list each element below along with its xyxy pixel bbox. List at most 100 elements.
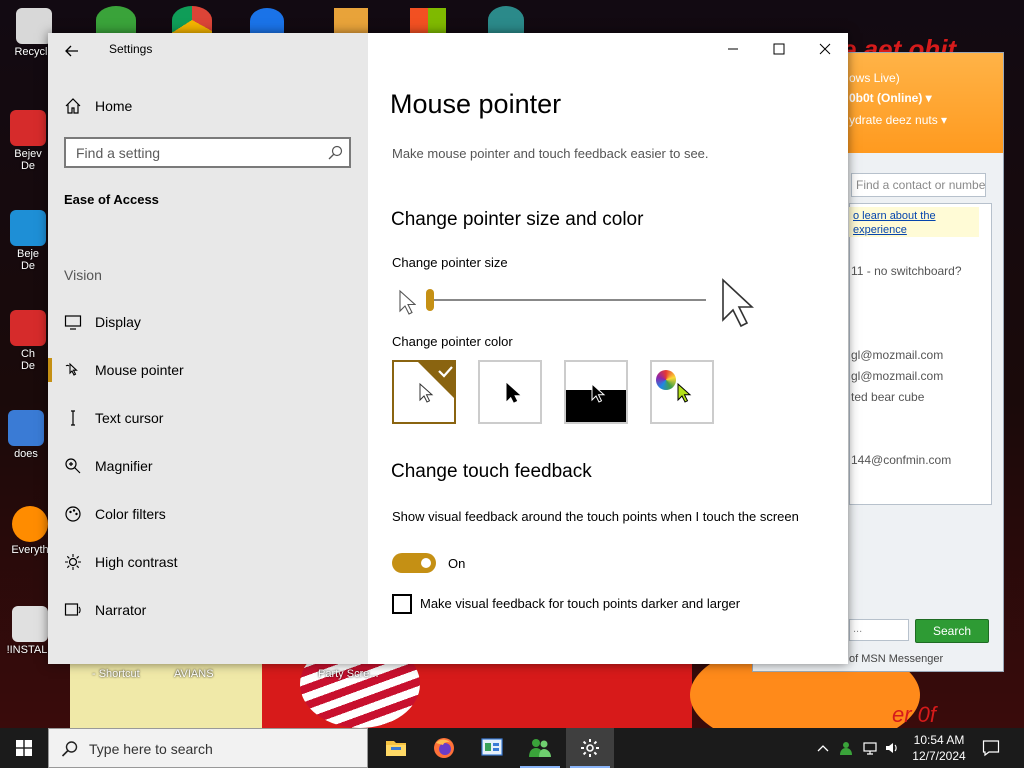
msn-contact-item[interactable]: 144@confmin.com [851,453,951,467]
sidebar-item-high-contrast[interactable]: High contrast [48,544,368,580]
pointer-color-label: Change pointer color [392,334,513,349]
msn-search-button[interactable]: Search [915,619,989,643]
msn-messenger-icon [529,739,551,757]
windows-store-desktop-icon[interactable] [410,8,446,34]
sidebar-item-home[interactable]: Home [48,89,368,123]
taskbar-msn-messenger[interactable] [516,728,564,768]
pointer-color-white[interactable] [392,360,456,424]
msn-contact-item[interactable]: 11 - no switchboard? [851,264,962,278]
sidebar-item-display[interactable]: Display [48,304,368,340]
desktop-icon-bejeweled-2[interactable]: Beje De [4,210,52,272]
chrome-desktop-icon[interactable] [172,6,212,34]
document-icon [12,606,48,642]
taskbar-search-box[interactable]: Type here to search [48,728,368,768]
taskbar-settings[interactable] [566,728,614,768]
desktop-icon-label: !INSTALL [6,644,54,656]
desktop-icon-label: Bejev De [14,148,42,172]
desktop-icon-install[interactable]: !INSTALL [6,606,54,656]
group-heading: Vision [64,267,102,283]
msn-contact-item[interactable]: gl@mozmail.com [851,369,943,383]
home-icon [65,98,81,114]
pointer-color-custom[interactable] [650,360,714,424]
desktop-icon-chuzzle[interactable]: Ch De [4,310,52,372]
sidebar: Settings Home Ease of Access Vision Disp… [48,33,368,664]
pointer-size-slider-track[interactable] [426,299,706,301]
color-wheel-icon [656,370,676,390]
msn-find-contact-input[interactable]: Find a contact or numbe [851,173,986,197]
clock-date: 12/7/2024 [912,749,966,763]
desktop-icon-label: Beje De [16,248,40,272]
find-setting-input[interactable] [66,139,316,166]
start-button[interactable] [0,728,48,768]
sidebar-item-narrator[interactable]: Narrator [48,592,368,628]
notification-center-button[interactable] [978,736,1004,760]
app-desktop-icon[interactable] [334,8,368,34]
sidebar-item-magnifier[interactable]: Magnifier [48,448,368,484]
page-description: Make mouse pointer and touch feedback ea… [392,146,709,161]
show-hidden-icons-chevron-icon[interactable] [815,740,831,756]
color-filters-icon [65,506,81,522]
taskbar-clock[interactable]: 10:54 AM 12/7/2024 [904,732,974,764]
small-pointer-icon [399,289,416,315]
bejeweled-icon [10,210,46,246]
network-icon[interactable] [862,740,878,756]
notification-icon [982,740,1000,757]
magnifier-icon [65,458,81,474]
mouse-pointer-icon [65,362,78,376]
chuzzle-icon [10,310,46,346]
pointer-section-heading: Change pointer size and color [391,209,644,230]
msn-title: ows Live) [849,71,900,85]
main-content: Mouse pointer Make mouse pointer and tou… [368,33,848,664]
msn-status[interactable]: 0b0t (Online) ▾ [849,91,932,105]
sidebar-item-color-filters[interactable]: Color filters [48,496,368,532]
desktop-icon-everything[interactable]: Everyth [6,506,54,556]
desktop-icon-does[interactable]: does [2,410,50,460]
white-pointer-icon [419,382,434,403]
pointer-color-black[interactable] [478,360,542,424]
close-icon [819,43,831,55]
sidebar-item-label: Mouse pointer [95,362,184,378]
desktop-icon-label: Party Scre... [318,668,379,680]
darker-feedback-checkbox[interactable] [392,594,412,614]
custom-color-pointer-icon [677,382,692,403]
settings-icon [581,739,599,757]
touch-feedback-description: Show visual feedback around the touch po… [392,509,799,524]
pointer-size-slider-thumb[interactable] [426,289,434,311]
maximize-button[interactable] [756,33,802,65]
sidebar-item-label: Text cursor [95,410,164,426]
desktop-icon-bejeweled-1[interactable]: Bejev De [4,110,52,172]
close-button[interactable] [802,33,848,65]
msn-search-input-text: ... [853,623,863,635]
pointer-color-inverted[interactable] [564,360,628,424]
msn-learn-link[interactable]: o learn about the experience [849,207,979,237]
app-desktop-icon[interactable] [250,8,284,34]
touch-feedback-toggle[interactable] [392,553,436,573]
taskbar-file-explorer[interactable] [372,728,420,768]
msn-personal-message[interactable]: ydrate deez nuts ▾ [849,113,947,127]
taskbar-control-panel[interactable] [468,728,516,768]
toggle-knob [421,558,431,568]
sidebar-item-label: Narrator [95,602,147,618]
game-desktop-icon[interactable] [488,6,524,34]
settings-window: Settings Home Ease of Access Vision Disp… [48,33,848,664]
minimize-button[interactable] [710,33,756,65]
minimize-icon [728,48,738,50]
msn-tray-icon[interactable] [838,740,854,756]
back-button[interactable] [60,39,84,63]
volume-icon[interactable] [884,740,900,756]
search-icon [328,145,343,160]
msn-contact-item[interactable]: ted bear cube [851,390,924,404]
msn-search-input[interactable]: ... [849,619,909,641]
clock-time: 10:54 AM [913,733,965,747]
sidebar-item-label: Color filters [95,506,166,522]
msn-contact-item[interactable]: gl@mozmail.com [851,348,943,362]
taskbar-firefox[interactable] [420,728,468,768]
msn-messenger-desktop-icon[interactable] [96,6,136,34]
toggle-state-label: On [448,556,466,571]
everything-search-icon [12,506,48,542]
find-setting-box[interactable] [64,137,351,168]
sidebar-item-mouse-pointer[interactable]: Mouse pointer [48,352,368,388]
taskbar-search-placeholder: Type here to search [89,741,213,757]
black-pointer-icon [506,382,521,403]
sidebar-item-text-cursor[interactable]: Text cursor [48,400,368,436]
